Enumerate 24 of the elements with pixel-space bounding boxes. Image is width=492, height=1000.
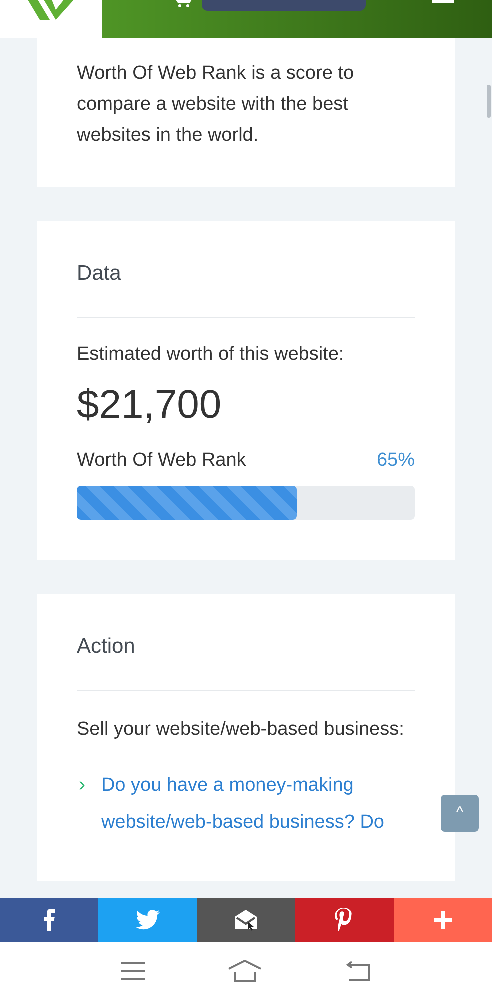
card-title: Data [77, 261, 122, 287]
worth-value: $21,700 [77, 382, 223, 429]
chevron-icon: › [77, 767, 88, 804]
back-icon[interactable] [344, 961, 371, 981]
cart-icon[interactable] [174, 0, 194, 8]
rank-percent: 65% [376, 449, 415, 473]
back-to-top-button[interactable]: ^ [441, 795, 479, 832]
action-text: Sell your website/web-based business: [77, 718, 406, 742]
card-title: Action [77, 634, 136, 660]
envelope-icon [234, 908, 258, 932]
facebook-icon [43, 909, 56, 931]
home-icon[interactable] [228, 960, 262, 982]
scrollbar[interactable] [487, 85, 491, 118]
plus-icon [434, 911, 452, 929]
share-button[interactable] [0, 898, 98, 942]
bird-icon [136, 910, 160, 930]
worth-label: Estimated worth of this website: [77, 343, 346, 367]
rank-label: Worth Of Web Rank [77, 449, 246, 473]
intro-text: Worth Of Web Rank is a score to compare a website with the best websites in the world. [77, 62, 356, 148]
link[interactable]: Do you have a money-making website/web-based business? Do [101, 767, 415, 841]
logo-icon[interactable] [26, 0, 76, 20]
pinterest-icon [335, 908, 354, 932]
share-button[interactable] [295, 898, 394, 942]
share-button[interactable] [196, 898, 296, 942]
